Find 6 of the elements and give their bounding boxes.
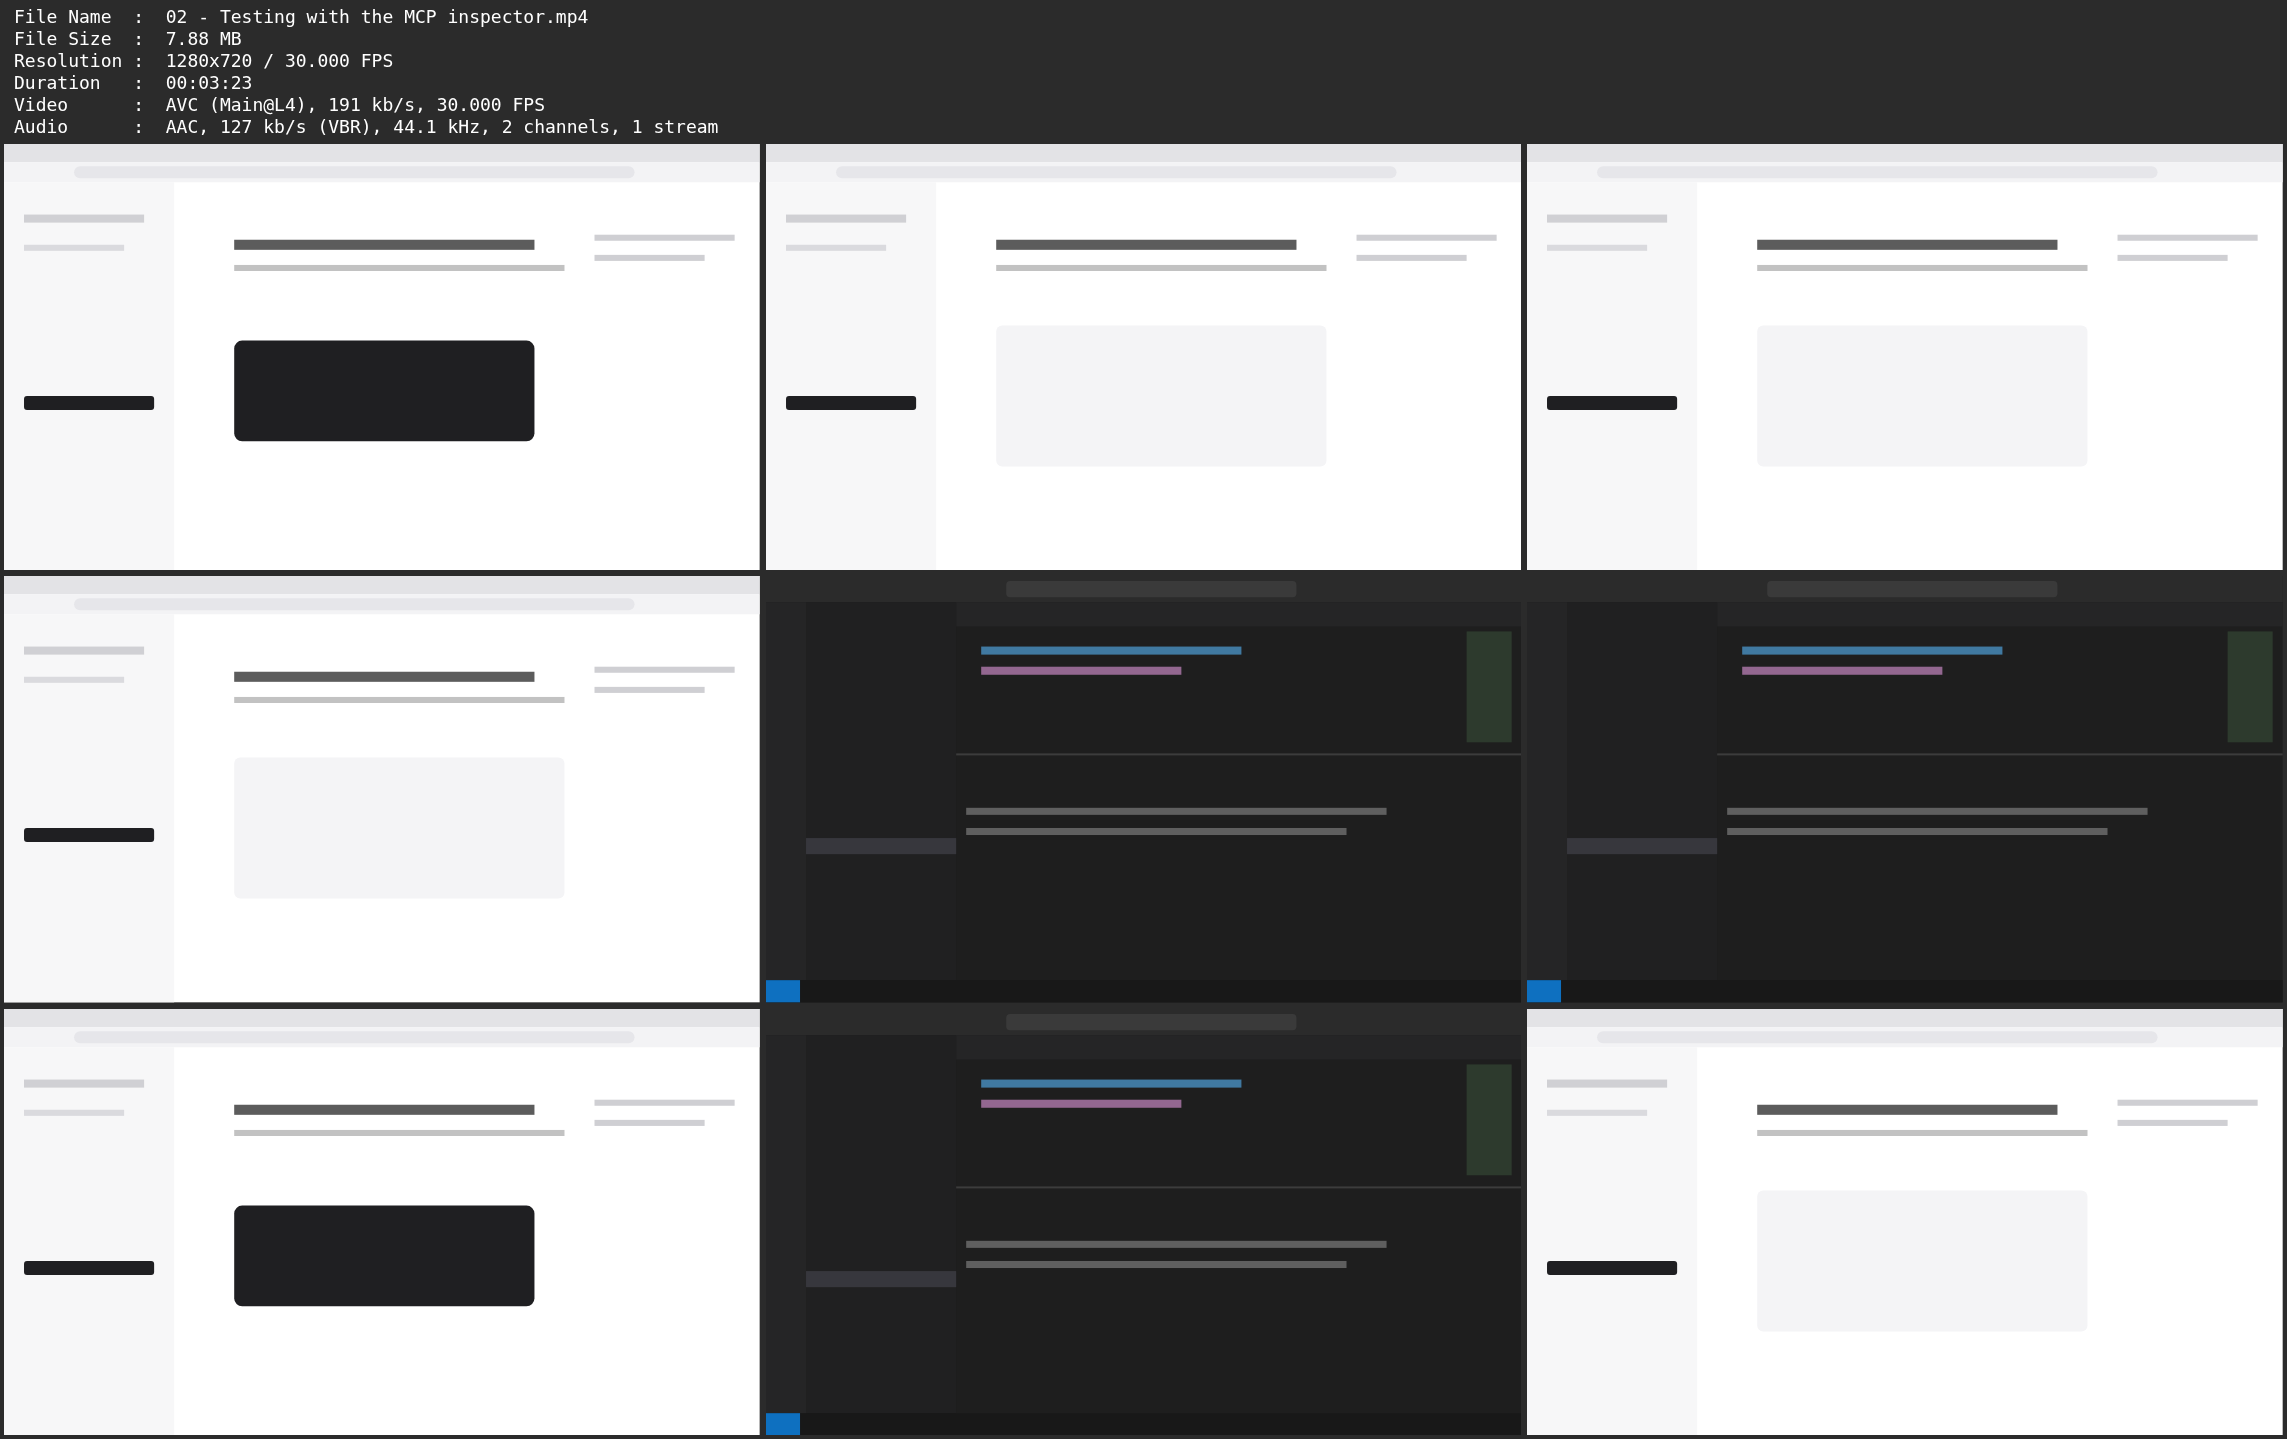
file-info-line: File Size : 7.88 MB — [14, 28, 242, 50]
file-info-line: Video : AVC (Main@L4), 191 kb/s, 30.000 FPS — [14, 94, 545, 116]
file-info-line: Audio : AAC, 127 kb/s (VBR), 44.1 kHz, 2 channels, 1 stream — [14, 116, 719, 138]
file-info-line: Resolution : 1280x720 / 30.000 FPS — [14, 50, 394, 72]
file-info-line: Duration : 00:03:23 — [14, 72, 253, 94]
file-info-line: File Name : 02 - Testing with the MCP inspector.mp4 — [14, 6, 589, 28]
